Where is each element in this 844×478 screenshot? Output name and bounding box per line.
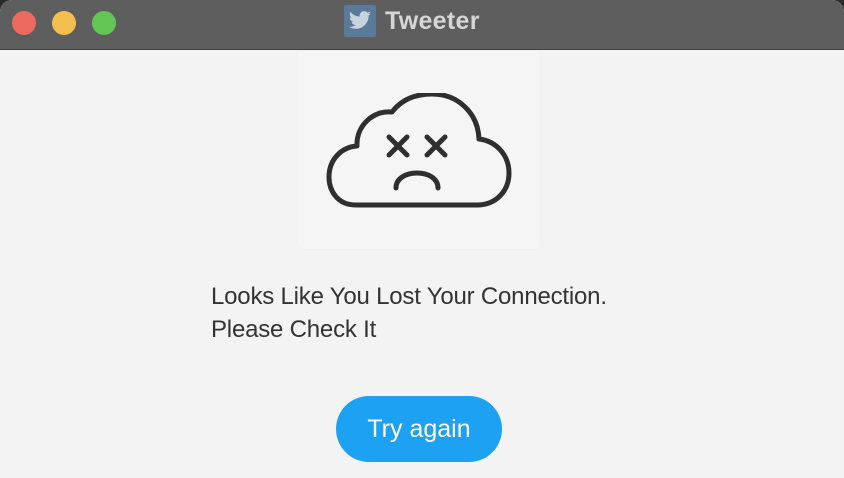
error-line-1: Looks Like You Lost Your Connection. — [211, 283, 607, 310]
sad-cloud-icon — [326, 93, 512, 208]
close-window-button[interactable] — [12, 11, 36, 35]
title-bar[interactable]: Tweeter — [0, 0, 844, 50]
error-line-2: Please Check It — [211, 316, 377, 343]
twitter-bird-icon — [344, 5, 376, 37]
window-title-group: Tweeter — [344, 5, 480, 37]
window-title: Tweeter — [385, 6, 480, 35]
app-window: Tweeter Looks Like You Lost Your Connect… — [0, 0, 844, 478]
try-again-button[interactable]: Try again — [336, 396, 502, 462]
maximize-window-button[interactable] — [92, 11, 116, 35]
minimize-window-button[interactable] — [52, 11, 76, 35]
error-illustration-card — [298, 51, 540, 249]
connection-error-message: Looks Like You Lost Your Connection. Ple… — [211, 280, 731, 346]
